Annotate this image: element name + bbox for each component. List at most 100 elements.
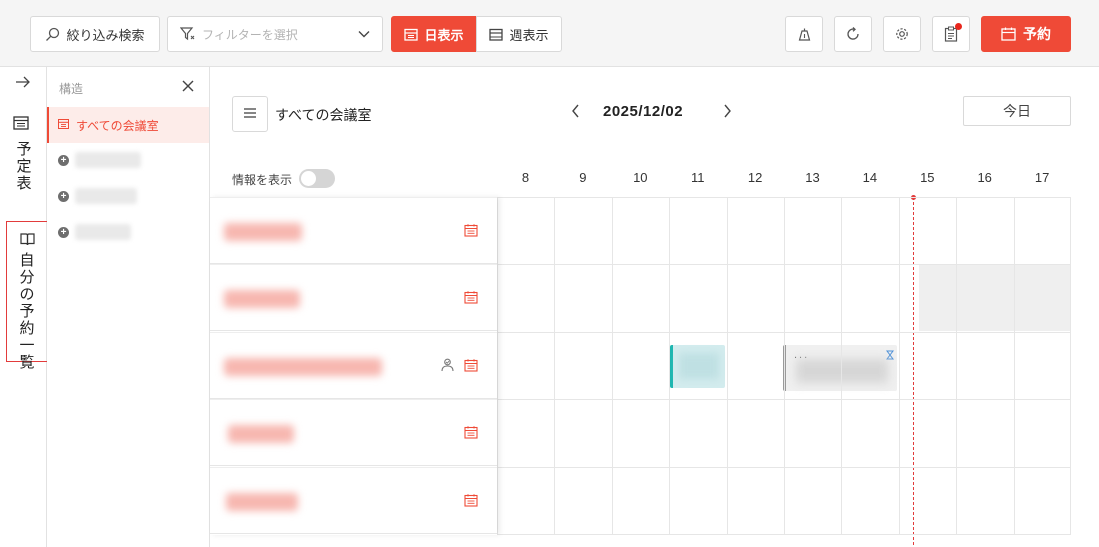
current-date: 2025/12/02 xyxy=(603,103,684,120)
reserve-button[interactable]: 予約 xyxy=(981,16,1071,52)
left-rail: 予定表 自分の予約一覧 xyxy=(0,67,48,547)
page-title: すべての会議室 xyxy=(275,107,372,123)
hour-label: 13 xyxy=(805,170,820,185)
calendar-icon[interactable] xyxy=(464,494,478,510)
hour-label: 11 xyxy=(690,170,705,185)
blurred-label xyxy=(75,224,131,240)
hour-label: 14 xyxy=(862,170,878,185)
calendar-week-icon xyxy=(489,28,504,41)
structure-item-label: すべての会議室 xyxy=(76,118,159,133)
filter-select[interactable]: フィルターを選択 xyxy=(167,16,383,52)
my-reservations-tab[interactable]: 自分の予約一覧 xyxy=(6,221,48,371)
calendar-icon[interactable] xyxy=(464,224,478,240)
filter-search-label: 絞り込み検索 xyxy=(66,27,145,43)
room-row[interactable] xyxy=(210,332,497,399)
blurred-label xyxy=(75,188,137,204)
structure-item[interactable]: + xyxy=(58,222,198,242)
expand-plus-icon[interactable]: + xyxy=(58,190,69,202)
grid-line xyxy=(497,534,1071,535)
structure-button[interactable] xyxy=(785,16,823,52)
blurred-room-name xyxy=(226,493,298,511)
org-structure-icon xyxy=(797,27,812,42)
info-toggle-label: 情報を表示 xyxy=(232,173,293,187)
chevron-down-icon xyxy=(358,30,370,38)
structure-title: 構造 xyxy=(59,82,84,96)
room-row[interactable] xyxy=(210,467,497,534)
schedule-grid: ... xyxy=(210,195,1071,545)
week-view-button[interactable]: 週表示 xyxy=(476,16,562,52)
hamburger-icon xyxy=(243,107,257,122)
notes-button[interactable] xyxy=(932,16,970,52)
day-view-label: 日表示 xyxy=(424,27,464,43)
settings-button[interactable] xyxy=(883,16,921,52)
hour-label: 17 xyxy=(1034,170,1050,185)
calendar-icon[interactable] xyxy=(464,291,478,307)
hour-label: 16 xyxy=(977,170,992,185)
refresh-icon xyxy=(845,26,861,42)
expand-plus-icon[interactable]: + xyxy=(58,154,69,166)
schedule-tab-label[interactable]: 予定表 xyxy=(14,141,34,192)
calendar-icon xyxy=(58,118,69,132)
search-icon xyxy=(45,27,60,42)
info-toggle[interactable] xyxy=(299,169,335,188)
structure-item[interactable]: + xyxy=(58,150,198,170)
grid-line xyxy=(497,332,1071,333)
grid-line xyxy=(784,197,785,535)
grid-line xyxy=(497,467,1071,468)
blurred-room-name xyxy=(228,425,294,443)
hour-label: 12 xyxy=(747,170,763,185)
current-time-line xyxy=(913,197,914,545)
room-row[interactable] xyxy=(210,399,497,466)
top-toolbar: 絞り込み検索 フィルターを選択 日表示 週表示 予約 xyxy=(0,0,1099,67)
grid-line xyxy=(727,197,728,535)
structure-panel: 構造 すべての会議室 + + + xyxy=(47,67,210,547)
grid-line xyxy=(497,264,1071,265)
refresh-button[interactable] xyxy=(834,16,872,52)
arrow-right-icon[interactable] xyxy=(15,75,31,92)
chevron-left-icon[interactable] xyxy=(570,103,582,122)
menu-button[interactable] xyxy=(232,96,268,132)
hour-label: 15 xyxy=(920,170,935,185)
booking-block[interactable]: ... xyxy=(783,345,897,391)
filter-icon xyxy=(180,27,196,41)
book-icon xyxy=(20,232,35,249)
room-row[interactable] xyxy=(210,197,497,264)
gear-icon xyxy=(894,26,910,42)
close-icon[interactable] xyxy=(181,79,195,96)
toggle-knob xyxy=(301,171,316,186)
blurred-room-name xyxy=(224,223,302,241)
calendar-icon[interactable] xyxy=(464,426,478,442)
calendar-icon[interactable] xyxy=(13,115,29,133)
calendar-add-icon xyxy=(1001,27,1016,41)
hour-label: 10 xyxy=(633,170,648,185)
expand-plus-icon[interactable]: + xyxy=(58,226,69,238)
grid-line xyxy=(497,399,1071,400)
calendar-icon xyxy=(404,28,419,41)
today-button[interactable]: 今日 xyxy=(963,96,1071,126)
notification-dot xyxy=(955,23,962,30)
grid-line xyxy=(1014,197,1015,535)
chevron-right-icon[interactable] xyxy=(721,103,733,122)
reserve-label: 予約 xyxy=(1023,26,1051,42)
filter-select-placeholder: フィルターを選択 xyxy=(202,27,298,42)
unavailable-slot xyxy=(919,265,1071,331)
hour-label: 8 xyxy=(521,170,530,185)
structure-item-all-rooms[interactable]: すべての会議室 xyxy=(47,107,209,143)
room-row[interactable] xyxy=(210,264,497,331)
grid-line xyxy=(612,197,613,535)
grid-line xyxy=(554,197,555,535)
booking-block[interactable] xyxy=(670,345,725,388)
filter-search-button[interactable]: 絞り込み検索 xyxy=(30,16,160,52)
grid-line xyxy=(841,197,842,535)
calendar-icon[interactable] xyxy=(464,359,478,375)
time-cells[interactable]: ... xyxy=(497,195,1071,545)
grid-line xyxy=(669,197,670,535)
grid-line xyxy=(956,197,957,535)
grid-line xyxy=(497,197,498,535)
week-view-label: 週表示 xyxy=(509,27,549,43)
structure-item[interactable]: + xyxy=(58,186,198,206)
my-reservations-label: 自分の予約一覧 xyxy=(19,252,35,371)
grid-line xyxy=(1070,197,1071,535)
blurred-room-name xyxy=(224,358,382,376)
day-view-button[interactable]: 日表示 xyxy=(391,16,477,52)
